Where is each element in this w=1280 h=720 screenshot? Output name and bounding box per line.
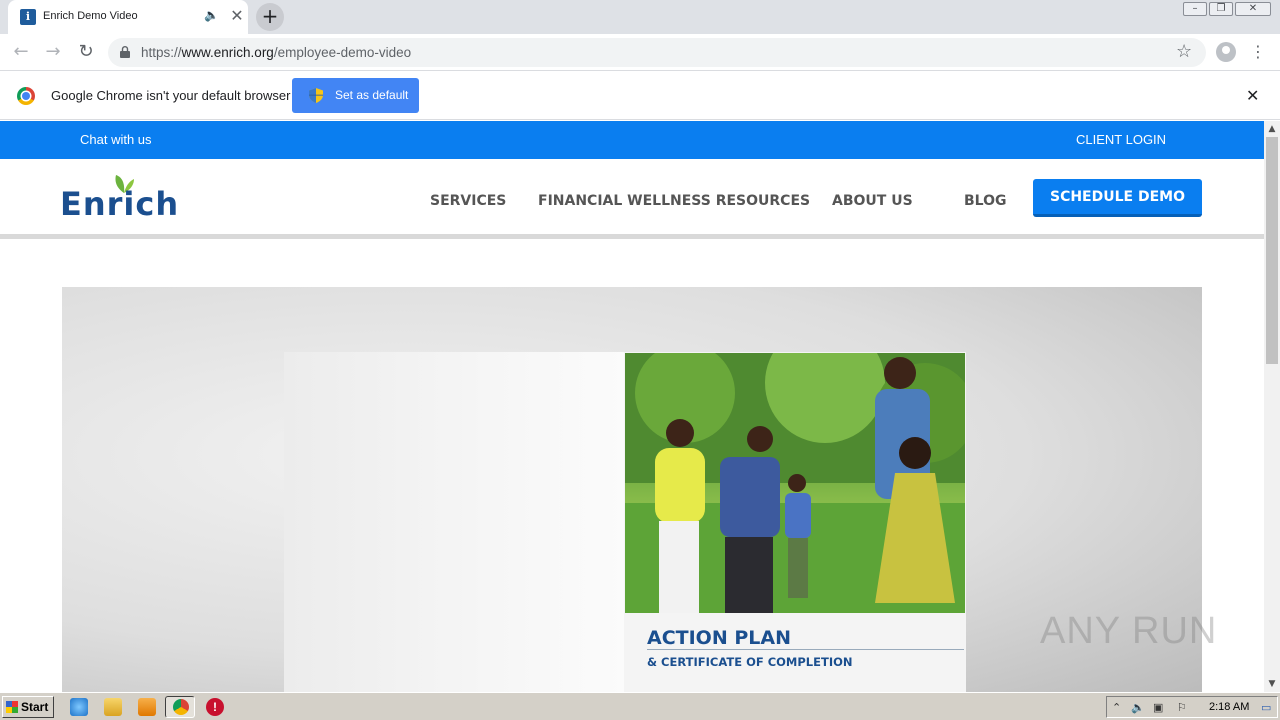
nav-about-us[interactable]: ABOUT US [832, 193, 913, 209]
scroll-thumb[interactable] [1266, 137, 1278, 364]
start-label: Start [21, 700, 49, 714]
minimize-button[interactable]: – [1183, 2, 1207, 16]
demo-video-player[interactable]: ACTION PLAN & CERTIFICATE OF COMPLETION [62, 287, 1202, 692]
chrome-taskbar-button[interactable] [165, 696, 195, 718]
lock-icon [120, 46, 130, 58]
windows-flag-icon [6, 701, 18, 713]
opera-icon[interactable]: ! [206, 698, 224, 716]
restore-button[interactable]: ❐ [1209, 2, 1233, 16]
enrich-favicon-icon: i [20, 9, 36, 25]
new-tab-button[interactable]: + [256, 3, 284, 31]
site-topbar: Chat with us CLIENT LOGIN [0, 121, 1264, 159]
url-text: https://www.enrich.org/employee-demo-vid… [141, 45, 411, 60]
site-header: Enrich SERVICES FINANCIAL WELLNESS RESOU… [0, 159, 1264, 239]
scroll-down-arrow-icon[interactable]: ▼ [1264, 676, 1280, 692]
family-illustration [625, 353, 965, 613]
internet-explorer-icon[interactable] [70, 698, 88, 716]
url-host: www.enrich.org [181, 45, 274, 60]
show-desktop-icon[interactable]: ▭ [1261, 701, 1271, 714]
profile-avatar-icon[interactable] [1216, 42, 1236, 62]
nav-blog[interactable]: BLOG [964, 193, 1007, 209]
tray-expand-icon[interactable]: ⌃ [1112, 701, 1121, 714]
network-icon[interactable]: ▣ [1153, 701, 1163, 714]
media-player-icon[interactable] [138, 698, 156, 716]
bookmark-star-icon[interactable]: ☆ [1176, 41, 1192, 62]
page-viewport: Chat with us CLIENT LOGIN Enrich SERVICE… [0, 121, 1264, 692]
chrome-icon [173, 699, 189, 715]
logo-text: Enrich [60, 185, 180, 223]
client-login-link[interactable]: CLIENT LOGIN [1076, 132, 1166, 147]
action-center-flag-icon[interactable]: ⚐ [1177, 701, 1187, 714]
set-as-default-label: Set as default [335, 88, 409, 102]
clock[interactable]: 2:18 AM [1209, 701, 1249, 713]
tab-title: Enrich Demo Video [43, 10, 138, 22]
menu-dots-icon[interactable]: ⋮ [1250, 42, 1266, 62]
folder-icon[interactable] [104, 698, 122, 716]
brochure-divider [647, 649, 964, 650]
url-scheme: https:// [141, 45, 182, 60]
tab-enrich-demo-video[interactable]: i Enrich Demo Video 🔈 ✕ [8, 0, 248, 34]
action-plan-title: ACTION PLAN [647, 627, 791, 649]
scroll-up-arrow-icon[interactable]: ▲ [1264, 121, 1280, 137]
browser-toolbar: ← → ↻ https://www.enrich.org/employee-de… [0, 34, 1280, 71]
tab-strip: i Enrich Demo Video 🔈 ✕ + – ❐ ✕ [0, 0, 1280, 34]
back-icon[interactable]: ← [9, 40, 33, 64]
reload-icon[interactable]: ↻ [74, 40, 98, 64]
nav-financial-wellness-resources[interactable]: FINANCIAL WELLNESS RESOURCES [538, 193, 810, 209]
chrome-logo-icon [17, 87, 35, 105]
close-window-button[interactable]: ✕ [1235, 2, 1271, 16]
default-browser-infobar: Google Chrome isn't your default browser… [0, 72, 1280, 120]
page-scrollbar[interactable]: ▲ ▼ [1264, 121, 1280, 692]
close-tab-icon[interactable]: ✕ [226, 5, 248, 27]
uac-shield-icon [309, 88, 323, 103]
volume-icon[interactable]: 🔈 [1131, 701, 1145, 714]
brochure-left-page [284, 352, 626, 692]
url-path: /employee-demo-video [273, 45, 412, 60]
family-photo [625, 353, 965, 613]
certificate-subtitle: & CERTIFICATE OF COMPLETION [647, 655, 853, 669]
forward-icon[interactable]: → [41, 40, 65, 64]
nav-services[interactable]: SERVICES [430, 193, 506, 209]
close-infobar-icon[interactable]: ✕ [1246, 86, 1259, 105]
windows-taskbar: Start ! ⌃ 🔈 ▣ ⚐ 2:18 AM ▭ [0, 692, 1280, 720]
address-bar[interactable]: https://www.enrich.org/employee-demo-vid… [108, 38, 1206, 67]
enrich-logo[interactable]: Enrich [60, 173, 178, 223]
chat-with-us-link[interactable]: Chat with us [80, 132, 152, 147]
schedule-demo-button[interactable]: SCHEDULE DEMO [1033, 179, 1202, 217]
start-button[interactable]: Start [2, 696, 54, 718]
system-tray: ⌃ 🔈 ▣ ⚐ 2:18 AM ▭ [1106, 696, 1278, 718]
speaker-icon[interactable]: 🔈 [204, 8, 219, 22]
anyrun-watermark: ANY RUN [1040, 610, 1218, 652]
infobar-message: Google Chrome isn't your default browser [51, 88, 291, 103]
set-as-default-button[interactable]: Set as default [292, 78, 419, 113]
